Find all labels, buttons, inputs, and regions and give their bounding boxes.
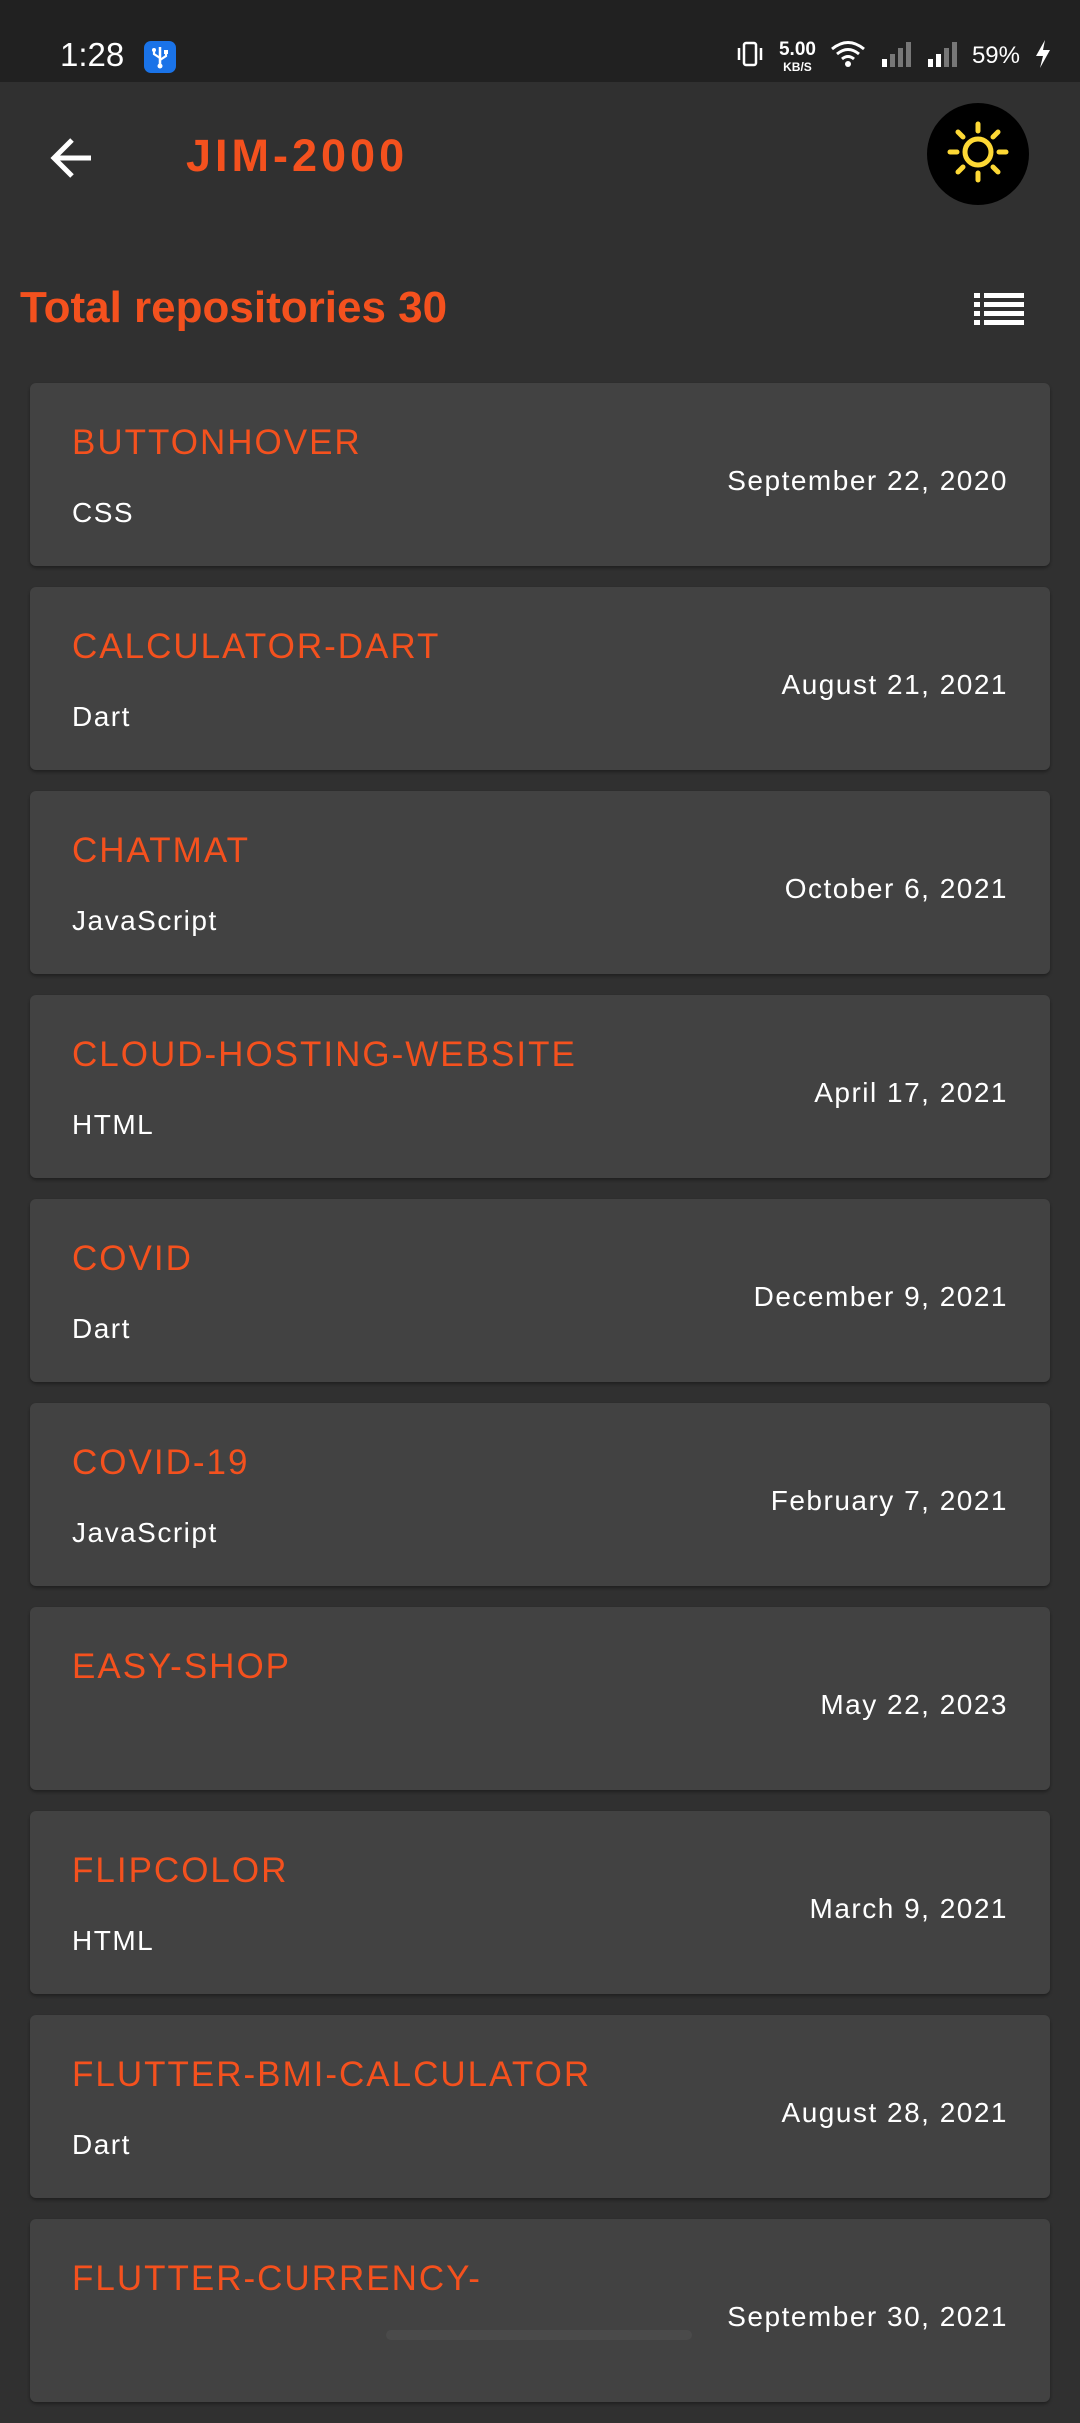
signal-icon <box>880 39 912 74</box>
repo-language: Dart <box>72 2129 131 2160</box>
repo-card[interactable]: CHATMAT JavaScript October 6, 2021 <box>30 791 1050 974</box>
repo-language: Dart <box>72 701 131 732</box>
repo-date: December 9, 2021 <box>753 1281 1008 1312</box>
repo-date: August 28, 2021 <box>781 2097 1008 2128</box>
repo-language: JavaScript <box>72 1517 218 1548</box>
theme-toggle-button[interactable] <box>927 103 1029 205</box>
repo-card[interactable]: BUTTONHOVER CSS September 22, 2020 <box>30 383 1050 566</box>
repo-name: BUTTONHOVER <box>72 423 362 462</box>
repo-name: FLUTTER-CURRENCY- <box>72 2259 482 2298</box>
charging-icon <box>1034 39 1052 74</box>
repo-date: April 17, 2021 <box>814 1077 1008 1108</box>
repo-name: CALCULATOR-DART <box>72 627 441 666</box>
repo-card[interactable]: FLUTTER-CURRENCY- September 30, 2021 <box>30 2219 1050 2402</box>
repo-name: EASY-SHOP <box>72 1647 292 1686</box>
list-icon <box>974 291 1024 330</box>
usb-debug-icon <box>144 41 176 73</box>
repo-card[interactable]: FLUTTER-BMI-CALCULATOR Dart August 28, 2… <box>30 2015 1050 2198</box>
app-bar: JIM-2000 <box>0 82 1080 224</box>
repo-card[interactable]: CLOUD-HOSTING-WEBSITE HTML April 17, 202… <box>30 995 1050 1178</box>
repo-date: September 30, 2021 <box>727 2301 1008 2332</box>
status-icons: 5.00 KB/S 59% <box>735 36 1052 76</box>
network-speed: 5.00 KB/S <box>779 40 816 73</box>
repository-list: BUTTONHOVER CSS September 22, 2020 CALCU… <box>30 383 1050 2423</box>
view-toggle-button[interactable] <box>966 284 1032 336</box>
repo-date: September 22, 2020 <box>727 465 1008 496</box>
repo-name: COVID-19 <box>72 1443 250 1482</box>
repo-card[interactable]: FLIPCOLOR HTML March 9, 2021 <box>30 1811 1050 1994</box>
repo-language: HTML <box>72 1109 155 1140</box>
repo-name: CLOUD-HOSTING-WEBSITE <box>72 1035 577 1074</box>
repo-date: March 9, 2021 <box>809 1893 1008 1924</box>
vibrate-icon <box>735 39 765 74</box>
repo-date: May 22, 2023 <box>820 1689 1008 1720</box>
repo-name: FLIPCOLOR <box>72 1851 289 1890</box>
home-indicator <box>386 2330 692 2340</box>
signal-icon <box>926 39 958 74</box>
repo-card[interactable]: COVID Dart December 9, 2021 <box>30 1199 1050 1382</box>
status-bar: 1:28 5.00 KB/S 59% <box>0 0 1080 82</box>
repo-card[interactable]: COVID-19 JavaScript February 7, 2021 <box>30 1403 1050 1586</box>
repo-date: August 21, 2021 <box>781 669 1008 700</box>
total-repositories-label: Total repositories 30 <box>20 283 448 332</box>
network-speed-value: 5.00 <box>778 38 816 60</box>
page-title: JIM-2000 <box>186 130 409 181</box>
repo-card[interactable]: CALCULATOR-DART Dart August 21, 2021 <box>30 587 1050 770</box>
repo-language: CSS <box>72 497 135 528</box>
battery-level: 59% <box>971 42 1020 69</box>
repo-name: CHATMAT <box>72 831 250 870</box>
repo-name: COVID <box>72 1239 193 1278</box>
repo-name: FLUTTER-BMI-CALCULATOR <box>72 2055 592 2094</box>
network-speed-unit: KB/S <box>783 59 812 74</box>
repo-date: October 6, 2021 <box>784 873 1008 904</box>
back-button[interactable] <box>36 124 108 196</box>
repo-card[interactable]: EASY-SHOP May 22, 2023 <box>30 1607 1050 1790</box>
wifi-icon <box>830 39 866 74</box>
repo-language: Dart <box>72 1313 131 1344</box>
repo-language: HTML <box>72 1925 155 1956</box>
repo-language: JavaScript <box>72 905 218 936</box>
sun-icon <box>947 121 1009 188</box>
status-time: 1:28 <box>60 36 125 73</box>
arrow-back-icon <box>49 135 95 186</box>
repo-date: February 7, 2021 <box>770 1485 1008 1516</box>
